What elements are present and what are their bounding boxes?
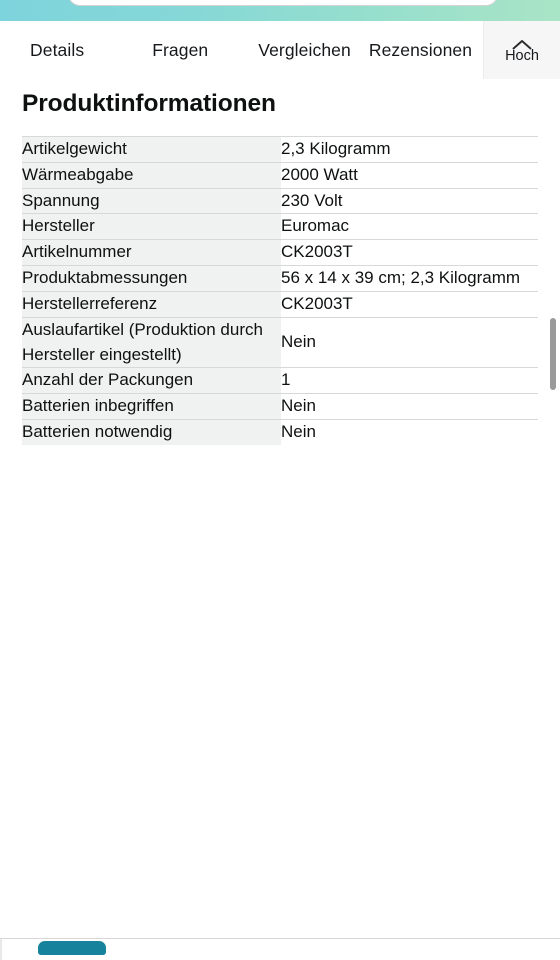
browser-address-bar[interactable] — [68, 0, 498, 6]
table-row: Spannung 230 Volt — [22, 187, 538, 214]
table-cell-key: Batterien notwendig — [22, 418, 281, 445]
table-cell-key: Spannung — [22, 187, 281, 214]
table-row: Artikelgewicht 2,3 Kilogramm — [22, 136, 538, 163]
table-cell-value: 2,3 Kilogramm — [281, 136, 538, 163]
tab-rezensionen[interactable]: Rezensionen — [369, 34, 472, 67]
table-row: Batterien notwendig Nein — [22, 418, 538, 445]
table-cell-key: Hersteller — [22, 213, 281, 240]
table-row: Hersteller Euromac — [22, 213, 538, 240]
table-cell-value: Nein — [281, 393, 538, 420]
table-cell-value: Nein — [281, 418, 538, 445]
browser-bottom-left-edge — [0, 939, 2, 960]
tab-details[interactable]: Details — [30, 34, 84, 67]
table-row: Batterien inbegriffen Nein — [22, 393, 538, 420]
section-nav-tabs: Details Fragen Vergleichen Rezensionen — [0, 21, 483, 79]
page-scrollbar-track[interactable] — [548, 80, 558, 938]
table-row: Artikelnummer CK2003T — [22, 239, 538, 266]
browser-bottom-bar — [0, 938, 560, 960]
table-cell-key: Wärmeabgabe — [22, 161, 281, 189]
table-cell-key: Artikelnummer — [22, 239, 281, 266]
table-cell-value: Euromac — [281, 213, 538, 240]
table-cell-value: 230 Volt — [281, 187, 538, 214]
table-cell-value: 2000 Watt — [281, 161, 538, 189]
table-cell-key: Anzahl der Packungen — [22, 367, 281, 394]
chevron-up-icon — [512, 37, 532, 50]
product-information-table-body: Artikelgewicht 2,3 Kilogramm Wärmeabgabe… — [22, 136, 538, 445]
table-cell-key: Herstellerreferenz — [22, 290, 281, 318]
table-cell-value: CK2003T — [281, 239, 538, 266]
table-cell-key: Artikelgewicht — [22, 136, 281, 163]
navbar-bottom-edge — [0, 79, 560, 80]
tab-fragen[interactable]: Fragen — [152, 34, 208, 67]
table-row: Auslaufartikel (Produktion durch Herstel… — [22, 316, 538, 368]
page-scrollbar-thumb[interactable] — [550, 318, 556, 390]
table-cell-value: CK2003T — [281, 290, 538, 318]
table-cell-key: Produktabmessungen — [22, 265, 281, 292]
table-cell-value: Nein — [281, 316, 538, 368]
table-row: Herstellerreferenz CK2003T — [22, 290, 538, 318]
table-row: Produktabmessungen 56 x 14 x 39 cm; 2,3 … — [22, 265, 538, 292]
section-navbar: Details Fragen Vergleichen Rezensionen H… — [0, 21, 560, 79]
table-cell-value: 1 — [281, 367, 538, 394]
browser-tab-handle[interactable] — [38, 941, 106, 955]
page-content: Produktinformationen Artikelgewicht 2,3 … — [0, 80, 560, 938]
scroll-to-top-label: Hoch — [505, 47, 539, 64]
screen: Details Fragen Vergleichen Rezensionen H… — [0, 0, 560, 960]
table-cell-key: Batterien inbegriffen — [22, 393, 281, 420]
table-row: Anzahl der Packungen 1 — [22, 367, 538, 394]
table-row: Wärmeabgabe 2000 Watt — [22, 161, 538, 189]
tab-vergleichen[interactable]: Vergleichen — [258, 34, 351, 67]
table-cell-value: 56 x 14 x 39 cm; 2,3 Kilogramm — [281, 265, 538, 292]
scroll-to-top-button[interactable]: Hoch — [483, 21, 560, 79]
product-information-table: Artikelgewicht 2,3 Kilogramm Wärmeabgabe… — [22, 136, 538, 445]
browser-top-gradient — [0, 0, 560, 21]
page-title: Produktinformationen — [22, 90, 276, 117]
table-cell-key: Auslaufartikel (Produktion durch Herstel… — [22, 316, 281, 368]
